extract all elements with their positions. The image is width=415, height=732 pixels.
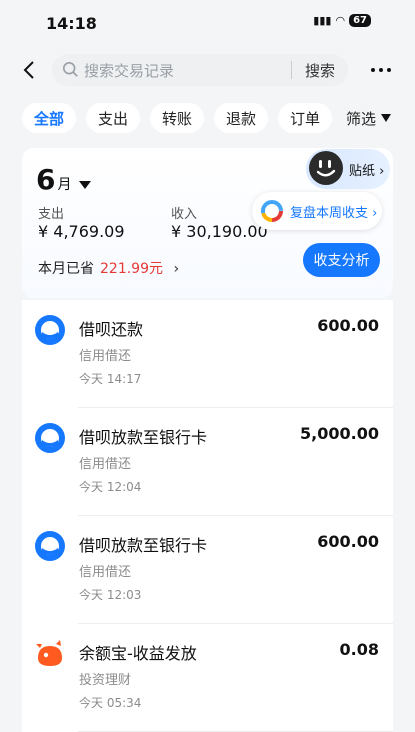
- month-suffix: 月: [57, 177, 72, 193]
- income-value: ¥ 30,190.00: [171, 222, 268, 241]
- saved-row[interactable]: 本月已省 221.99元 ›: [38, 258, 179, 278]
- signal-icon: ▮▮▮: [313, 14, 332, 27]
- sticker-text: 贴纸: [349, 164, 376, 179]
- status-icons: ▮▮▮ ◠ 67: [313, 14, 371, 27]
- sticker-face-icon: [309, 151, 343, 185]
- jiebei-icon: [35, 423, 65, 453]
- tab-expense[interactable]: 支出: [86, 103, 140, 133]
- month-number: 6: [36, 163, 56, 196]
- transaction-row[interactable]: 借呗放款至银行卡 信用借还 今天 12:03 600.00: [22, 516, 393, 624]
- filter-caret-icon: [381, 114, 392, 122]
- transaction-amount: 5,000.00: [300, 424, 379, 443]
- weekly-review-label: 复盘本周收支 ›: [290, 205, 378, 221]
- saved-chevron-icon: ›: [173, 261, 180, 277]
- expense-label: 支出: [38, 207, 65, 222]
- filter-button[interactable]: 筛选: [346, 103, 392, 133]
- transaction-amount: 600.00: [317, 532, 379, 551]
- tab-transfer[interactable]: 转账: [150, 103, 204, 133]
- transaction-category: 信用借还: [79, 565, 132, 580]
- jiebei-icon: [35, 315, 65, 345]
- jiebei-icon: [35, 531, 65, 561]
- transaction-title: 余额宝-收益发放: [79, 644, 197, 663]
- yuebao-icon: [36, 640, 62, 666]
- donut-chart-icon: [261, 200, 283, 222]
- transaction-category: 信用借还: [79, 349, 132, 364]
- sticker-label[interactable]: 贴纸 ›: [349, 160, 384, 179]
- saved-label: 本月已省: [38, 261, 94, 277]
- tab-refund[interactable]: 退款: [214, 103, 268, 133]
- more-icon[interactable]: [369, 60, 393, 80]
- transaction-time: 今天 14:17: [79, 372, 142, 386]
- tab-all[interactable]: 全部: [22, 103, 76, 133]
- month-caret-icon: [79, 181, 92, 189]
- search-button[interactable]: 搜索: [292, 60, 348, 81]
- saved-value: 221.99元: [100, 261, 163, 277]
- transaction-time: 今天 05:34: [79, 696, 142, 710]
- wifi-icon: ◠: [335, 14, 346, 27]
- search-input[interactable]: 搜索交易记录 搜索: [52, 54, 348, 86]
- transaction-row[interactable]: 借呗还款 信用借还 今天 14:17 600.00: [22, 300, 393, 408]
- transaction-amount: 600.00: [317, 316, 379, 335]
- transaction-list: 借呗还款 信用借还 今天 14:17 600.00 借呗放款至银行卡 信用借还 …: [22, 300, 393, 732]
- transaction-time: 今天 12:03: [79, 588, 142, 602]
- weekly-review-button[interactable]: 复盘本周收支 ›: [252, 192, 382, 230]
- month-selector[interactable]: 6 月: [36, 163, 92, 196]
- search-placeholder: 搜索交易记录: [84, 61, 175, 80]
- transaction-time: 今天 12:04: [79, 480, 142, 494]
- income-analysis-button[interactable]: 收支分析: [303, 243, 380, 277]
- search-icon: [62, 61, 78, 77]
- back-icon[interactable]: [18, 58, 42, 82]
- transaction-title: 借呗放款至银行卡: [79, 536, 208, 555]
- transaction-row[interactable]: 余额宝-收益发放 投资理财 今天 05:34 0.08: [22, 624, 393, 732]
- transaction-category: 投资理财: [79, 673, 132, 688]
- transaction-category: 信用借还: [79, 457, 132, 472]
- transaction-title: 借呗还款: [79, 320, 144, 339]
- income-label: 收入: [171, 207, 198, 222]
- expense-value: ¥ 4,769.09: [38, 222, 125, 241]
- filter-label: 筛选: [346, 109, 377, 128]
- transaction-amount: 0.08: [339, 640, 379, 659]
- status-time: 14:18: [46, 14, 97, 33]
- transaction-row[interactable]: 借呗放款至银行卡 信用借还 今天 12:04 5,000.00: [22, 408, 393, 516]
- tab-orders[interactable]: 订单: [278, 103, 332, 133]
- transaction-title: 借呗放款至银行卡: [79, 428, 208, 447]
- battery-icon: 67: [349, 14, 371, 27]
